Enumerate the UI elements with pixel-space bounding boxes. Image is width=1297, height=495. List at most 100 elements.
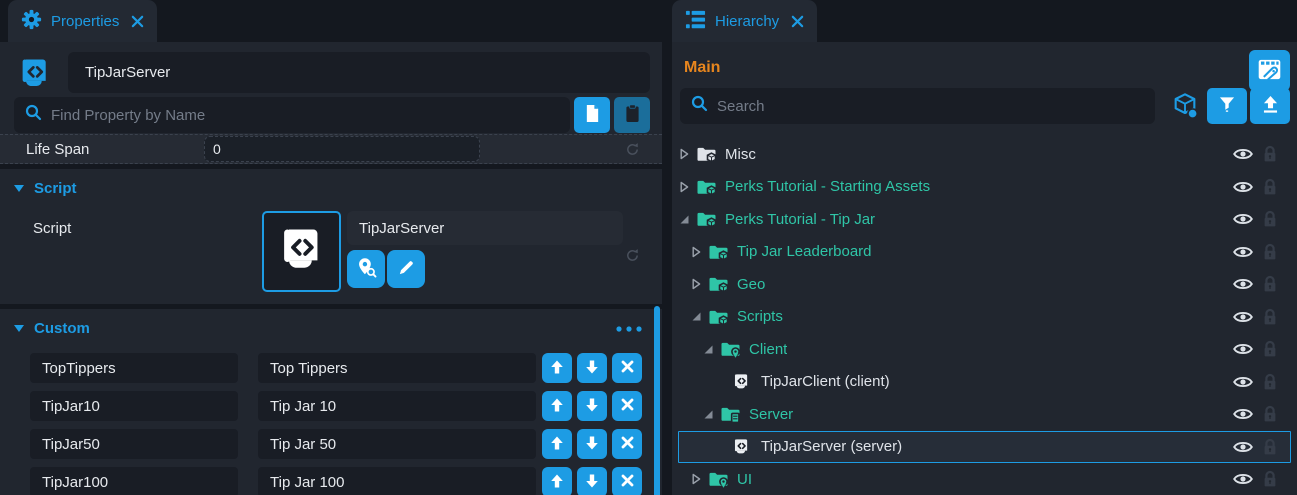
networked-cube-icon[interactable] [1171, 92, 1199, 120]
filter-button[interactable] [1207, 88, 1247, 124]
tree-row[interactable]: TipJarServer (server) [678, 431, 1291, 464]
eye-icon[interactable] [1233, 472, 1253, 486]
collapse-triangle-icon[interactable] [679, 214, 693, 225]
eye-icon[interactable] [1233, 277, 1253, 291]
lock-icon[interactable] [1262, 308, 1278, 326]
lock-icon[interactable] [1262, 243, 1278, 261]
tree-row[interactable]: TipJarClient (client) [678, 366, 1291, 399]
find-script-button[interactable] [347, 250, 385, 288]
hierarchy-search-field[interactable] [680, 88, 1155, 124]
script-asset-slot[interactable] [262, 211, 341, 292]
edit-script-button[interactable] [387, 250, 425, 288]
custom-prop-value-input[interactable] [258, 353, 536, 383]
expand-triangle-icon[interactable] [679, 181, 693, 193]
property-search-field[interactable] [14, 97, 570, 133]
eye-icon[interactable] [1233, 180, 1253, 194]
custom-prop-name-input[interactable] [30, 467, 238, 495]
custom-prop-name-input[interactable] [30, 429, 238, 459]
lock-icon[interactable] [1262, 210, 1278, 228]
eye-icon[interactable] [1233, 440, 1253, 454]
object-name-input[interactable] [68, 52, 650, 93]
custom-section-header[interactable]: Custom [0, 309, 662, 345]
expand-triangle-icon[interactable] [691, 473, 705, 485]
tree-row[interactable]: Misc [678, 138, 1291, 171]
move-up-button[interactable] [542, 467, 572, 495]
collapse-triangle-icon[interactable] [703, 344, 717, 355]
tab-hierarchy[interactable]: Hierarchy [672, 0, 817, 42]
move-down-button[interactable] [577, 467, 607, 495]
life-span-input[interactable] [204, 136, 480, 162]
eye-icon[interactable] [1233, 342, 1253, 356]
copy-properties-button[interactable] [574, 97, 610, 133]
eye-icon[interactable] [1233, 310, 1253, 324]
tab-properties[interactable]: Properties [8, 0, 157, 42]
custom-property-row [30, 429, 648, 459]
close-icon[interactable] [131, 15, 144, 28]
close-icon[interactable] [791, 15, 804, 28]
tree-row[interactable]: Tip Jar Leaderboard [678, 236, 1291, 269]
pencil-icon [397, 258, 416, 280]
move-up-button[interactable] [542, 391, 572, 421]
eye-icon[interactable] [1233, 375, 1253, 389]
tree-item-label: TipJarServer (server) [761, 438, 902, 455]
remove-button[interactable] [612, 391, 642, 421]
properties-tabbar: Properties [0, 0, 662, 42]
property-search-input[interactable] [51, 107, 559, 124]
tree-row[interactable]: Geo [678, 268, 1291, 301]
life-span-row: Life Span [0, 134, 662, 164]
scrollbar-thumb[interactable] [654, 306, 660, 495]
hierarchy-search-input[interactable] [717, 98, 1144, 115]
paste-properties-button[interactable] [614, 97, 650, 133]
properties-panel: Properties [0, 0, 662, 495]
reset-icon[interactable] [625, 248, 640, 263]
properties-scroll-area: Life Span Script Script [0, 134, 662, 495]
remove-button[interactable] [612, 467, 642, 495]
tree-row[interactable]: Perks Tutorial - Tip Jar [678, 203, 1291, 236]
tree-row[interactable]: Perks Tutorial - Starting Assets [678, 171, 1291, 204]
custom-prop-value-input[interactable] [258, 391, 536, 421]
move-down-button[interactable] [577, 353, 607, 383]
move-up-button[interactable] [542, 429, 572, 459]
expand-triangle-icon[interactable] [691, 278, 705, 290]
move-down-button[interactable] [577, 429, 607, 459]
expand-triangle-icon[interactable] [691, 246, 705, 258]
properties-scrollbar[interactable] [653, 134, 660, 495]
custom-prop-name-input[interactable] [30, 353, 238, 383]
lock-icon[interactable] [1262, 373, 1278, 391]
lock-icon[interactable] [1262, 438, 1278, 456]
script-name-field[interactable] [347, 211, 623, 245]
custom-prop-value-input[interactable] [258, 467, 536, 495]
remove-button[interactable] [612, 429, 642, 459]
publish-button[interactable] [1250, 88, 1290, 124]
lock-icon[interactable] [1262, 340, 1278, 358]
lock-icon[interactable] [1262, 145, 1278, 163]
move-down-button[interactable] [577, 391, 607, 421]
lock-icon[interactable] [1262, 275, 1278, 293]
tree-row[interactable]: Scripts [678, 301, 1291, 334]
properties-body: Life Span Script Script [0, 42, 662, 495]
eye-icon[interactable] [1233, 212, 1253, 226]
remove-button[interactable] [612, 353, 642, 383]
expand-triangle-icon[interactable] [679, 148, 693, 160]
eye-icon[interactable] [1233, 245, 1253, 259]
custom-prop-value-input[interactable] [258, 429, 536, 459]
eye-icon[interactable] [1233, 407, 1253, 421]
tree-row[interactable]: Client [678, 333, 1291, 366]
move-up-button[interactable] [542, 353, 572, 383]
lock-icon[interactable] [1262, 470, 1278, 488]
ellipsis-menu-icon[interactable] [616, 326, 642, 332]
script-section-header[interactable]: Script [0, 169, 662, 205]
scene-button[interactable] [1249, 50, 1290, 91]
collapse-triangle-icon[interactable] [691, 311, 705, 322]
lock-icon[interactable] [1262, 405, 1278, 423]
folder-server-icon [720, 404, 741, 424]
eye-icon[interactable] [1233, 147, 1253, 161]
custom-property-row [30, 467, 648, 495]
tree-row[interactable]: UI [678, 463, 1291, 495]
reset-icon[interactable] [625, 142, 640, 157]
tree-row[interactable]: Server [678, 398, 1291, 431]
lock-icon[interactable] [1262, 178, 1278, 196]
collapse-triangle-icon[interactable] [703, 409, 717, 420]
hierarchy-search-row [680, 88, 1290, 124]
custom-prop-name-input[interactable] [30, 391, 238, 421]
